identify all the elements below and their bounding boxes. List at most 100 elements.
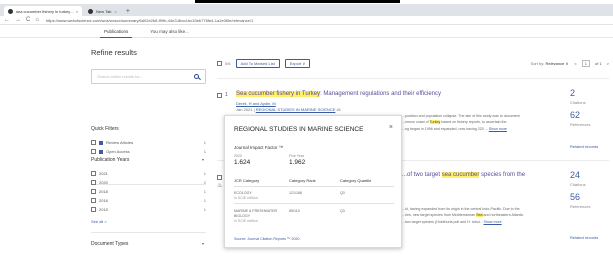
redaction-bar bbox=[195, 0, 400, 3]
checkbox[interactable] bbox=[91, 180, 96, 185]
prev-page-icon[interactable]: < bbox=[574, 61, 576, 66]
search-icon[interactable] bbox=[194, 73, 201, 80]
title-text: : Management regulations and their effic… bbox=[320, 91, 442, 97]
browser-tab-title: sea cucumber fishery in turkey - bbox=[16, 8, 73, 14]
related-records-link[interactable]: Related records bbox=[570, 235, 598, 240]
close-tab-icon[interactable]: × bbox=[76, 9, 78, 14]
filter-label: 2016 bbox=[99, 198, 108, 203]
checkbox[interactable] bbox=[91, 149, 96, 154]
references-count[interactable]: 56 bbox=[570, 192, 580, 202]
filter-year-2016[interactable]: 2016 1 bbox=[91, 198, 206, 203]
filter-count: 1 bbox=[203, 189, 206, 194]
export-button[interactable]: Export ∨ bbox=[284, 58, 311, 68]
tab-publications[interactable]: Publications bbox=[100, 26, 133, 38]
selection-count: 0/6 bbox=[225, 60, 231, 66]
references-count[interactable]: 62 bbox=[570, 110, 580, 120]
forward-icon[interactable]: → bbox=[15, 17, 21, 23]
record-checkbox[interactable] bbox=[217, 92, 222, 98]
sort-value[interactable]: Relevance ∨ bbox=[545, 61, 568, 66]
reload-icon[interactable]: C bbox=[26, 17, 30, 23]
filter-year-2018[interactable]: 2018 1 bbox=[91, 189, 206, 194]
record-source: Jan 2021 | REGIONAL STUDIES IN MARINE SC… bbox=[236, 107, 341, 112]
table-divider bbox=[234, 203, 394, 204]
authors-link[interactable]: Dereli, H and Aydin, M bbox=[236, 101, 276, 106]
chevron-down-icon[interactable]: ▾ bbox=[202, 241, 204, 246]
show-more-link[interactable]: Show more bbox=[489, 127, 507, 131]
abstract-line: ...two target species (Holothuria poli a… bbox=[402, 219, 502, 224]
refine-search-input[interactable]: Search within results for... bbox=[91, 69, 206, 84]
filter-review-articles[interactable]: Review Articles 1 bbox=[91, 140, 206, 145]
five-year-label: Five Year bbox=[289, 154, 304, 158]
record-title[interactable]: ...of two target sea cucumber species fr… bbox=[402, 172, 525, 178]
references-label: References bbox=[570, 122, 591, 127]
record-abstract: ...id, having expanded from its origin i… bbox=[402, 206, 523, 225]
record-index: 1 bbox=[225, 92, 228, 98]
abstract-line: ...mmon coast of Turkey based on fishery… bbox=[402, 120, 507, 125]
filter-count: 2 bbox=[203, 180, 206, 185]
citations-count[interactable]: 2 bbox=[570, 88, 575, 98]
filter-count: 1 bbox=[203, 171, 206, 176]
related-records-link[interactable]: Related records bbox=[570, 144, 598, 149]
show-more-link[interactable]: Show more bbox=[484, 220, 502, 224]
filter-year-2020[interactable]: 2020 2 bbox=[91, 180, 206, 185]
filter-open-access[interactable]: Open Access 1 bbox=[91, 149, 206, 154]
jif-year-label: 2020 bbox=[234, 154, 242, 158]
select-all[interactable]: 0/6 bbox=[217, 60, 231, 66]
record-number: 1 bbox=[217, 92, 228, 98]
filter-label: 2021 bbox=[99, 171, 108, 176]
citations-count[interactable]: 24 bbox=[570, 170, 580, 180]
chevron-down-icon[interactable]: ▾ bbox=[202, 157, 204, 162]
results-toolbar: 0/6 Add To Marked List Export ∨ Sort by:… bbox=[217, 57, 609, 69]
filter-year-2021[interactable]: 2021 1 bbox=[91, 171, 206, 176]
record-authors[interactable]: Dereli, H and Aydin, M bbox=[236, 101, 276, 106]
title-text: species from the bbox=[479, 172, 526, 178]
filter-year-2015[interactable]: 2015 1 bbox=[91, 207, 206, 212]
refine-title: Refine results bbox=[91, 48, 137, 57]
bookmark-icon[interactable]: ♨ bbox=[217, 182, 222, 189]
record-title[interactable]: Sea cucumber fishery in Turkey: Manageme… bbox=[236, 91, 441, 97]
browser-tab-newtab[interactable]: New Tab × bbox=[84, 6, 121, 16]
new-tab-button[interactable]: + bbox=[123, 6, 133, 16]
title-highlight: sea cucumber bbox=[441, 172, 480, 178]
review-icon bbox=[99, 140, 103, 145]
next-page-icon[interactable]: > bbox=[607, 61, 609, 66]
page-input[interactable]: 1 bbox=[581, 59, 590, 67]
title-highlight: Sea cucumber fishery in Turkey bbox=[236, 91, 321, 97]
references-label: References bbox=[570, 204, 591, 209]
sort-by[interactable]: Sort by: Relevance ∨ bbox=[531, 61, 569, 66]
category-rank-cell: 121/166 bbox=[289, 191, 302, 195]
select-all-checkbox[interactable] bbox=[217, 60, 222, 66]
record-checkbox[interactable] bbox=[217, 174, 222, 180]
title-text: ...of two target bbox=[402, 172, 442, 178]
journal-link[interactable]: REGIONAL STUDIES IN MARINE SCIENCE bbox=[256, 107, 336, 112]
checkbox[interactable] bbox=[91, 198, 96, 203]
filter-count: 1 bbox=[203, 198, 206, 203]
document-types-label: Document Types bbox=[91, 241, 129, 247]
browser-tab-strip: sea cucumber fishery in turkey - × New T… bbox=[0, 4, 613, 16]
address-bar: ← → C ⌂ https://www.webofscience.com/wos… bbox=[0, 16, 613, 25]
url-field[interactable]: https://www.webofscience.com/wos/woscc/s… bbox=[46, 18, 253, 23]
close-tab-icon[interactable]: × bbox=[115, 9, 117, 14]
quick-filters-label: Quick Filters bbox=[91, 126, 119, 132]
browser-tab-wos[interactable]: sea cucumber fishery in turkey - × bbox=[4, 6, 83, 16]
publication-years-label: Publication Years bbox=[91, 157, 130, 163]
home-icon[interactable]: ⌂ bbox=[35, 17, 39, 23]
pub-date: Jan 2021 | bbox=[236, 107, 255, 112]
sort-label: Sort by: bbox=[530, 60, 545, 66]
checkbox[interactable] bbox=[91, 140, 96, 145]
page-total: of 1 bbox=[594, 60, 602, 66]
back-icon[interactable]: ← bbox=[4, 17, 10, 23]
see-all-link[interactable]: See all > bbox=[91, 219, 107, 224]
filter-label: 2020 bbox=[99, 180, 108, 185]
checkbox[interactable] bbox=[91, 189, 96, 194]
checkbox[interactable] bbox=[91, 171, 96, 176]
tab-you-may-like[interactable]: You may also like... bbox=[146, 26, 193, 38]
add-to-marked-list-button[interactable]: Add To Marked List bbox=[235, 58, 280, 68]
close-icon[interactable]: × bbox=[389, 124, 393, 131]
popup-title: REGIONAL STUDIES IN MARINE SCIENCE bbox=[234, 126, 364, 133]
col-category-quartile: Category Quartile bbox=[340, 178, 372, 183]
category-rank-cell: 65/110 bbox=[289, 209, 300, 213]
citations-label: Citations bbox=[570, 182, 586, 187]
checkbox[interactable] bbox=[91, 207, 96, 212]
jcr-source-link[interactable]: Source: Journal Citation Reports ™ 2020. bbox=[234, 237, 301, 241]
